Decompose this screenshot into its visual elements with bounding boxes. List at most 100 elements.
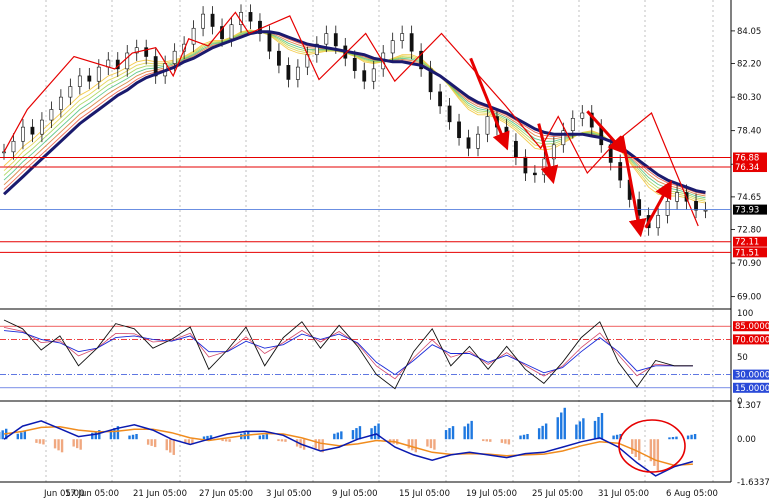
candle-body	[248, 12, 253, 22]
candle-body	[551, 144, 556, 160]
macd-hist-bar	[470, 420, 473, 440]
candle-body	[201, 13, 205, 29]
macd-hist-bar	[671, 436, 675, 440]
osc-level-label: 85.0000	[735, 322, 770, 332]
macd-y-tick-label: 1.307	[737, 401, 761, 411]
osc-level-label: 30.0000	[735, 371, 770, 381]
macd-hist-bar	[16, 433, 20, 440]
macd-hist-bar	[504, 439, 507, 444]
candle-body	[476, 133, 480, 149]
macd-hist-bar	[221, 439, 224, 442]
macd-hist-bar	[75, 439, 79, 449]
macd-hist-bar	[172, 439, 175, 455]
candle-body	[333, 33, 338, 47]
macd-hist-bar	[489, 439, 492, 442]
chart-background	[0, 0, 770, 500]
chart-svg: 84.0582.2080.3078.4076.5074.6572.8070.90…	[0, 0, 770, 500]
candle-body	[523, 156, 528, 174]
macd-hist-bar	[35, 439, 38, 443]
macd-hist-bar	[187, 439, 191, 444]
macd-hist-bar	[91, 432, 94, 440]
macd-hist-bar	[656, 439, 660, 471]
macd-hist-bar	[578, 421, 582, 440]
candle-body	[665, 200, 670, 216]
macd-hist-bar	[675, 436, 678, 440]
candle-body	[637, 199, 642, 216]
macd-hist-bar	[318, 439, 321, 451]
candle-body	[371, 68, 376, 82]
candle-body	[390, 40, 395, 54]
macd-y-tick-label: 0.00	[737, 435, 756, 445]
candle-body	[11, 140, 16, 153]
macd-hist-bar	[262, 434, 265, 440]
macd-hist-bar	[507, 439, 511, 445]
macd-hist-bar	[265, 433, 269, 440]
candle-body	[466, 137, 471, 149]
macd-hist-bar	[690, 434, 693, 440]
macd-hist-bar	[482, 439, 485, 442]
candle-body	[580, 112, 585, 119]
level-price-label: 73.93	[735, 206, 759, 216]
candle-body	[675, 192, 679, 202]
candle-body	[30, 126, 35, 135]
macd-hist-bar	[333, 433, 336, 440]
macd-hist-bar	[500, 439, 504, 443]
x-tick-label: 6 Aug 05:00	[666, 489, 718, 499]
macd-hist-bar	[526, 433, 529, 440]
y-tick-label: 80.30	[737, 93, 761, 103]
macd-hist-bar	[600, 413, 604, 440]
candle-body	[514, 140, 518, 158]
candle-body	[49, 109, 54, 121]
candle-body	[77, 75, 82, 87]
candle-body	[362, 70, 367, 82]
x-tick-label: 19 Jul 05:00	[466, 489, 517, 499]
macd-hist-bar	[72, 439, 75, 447]
x-tick-label: 3 Jul 05:00	[266, 489, 312, 499]
macd-hist-bar	[23, 431, 27, 440]
x-tick-label: 15 Jul 05:00	[399, 489, 450, 499]
candle-body	[277, 50, 281, 66]
macd-hist-bar	[429, 439, 433, 449]
candle-body	[191, 27, 196, 45]
macd-hist-bar	[582, 418, 585, 440]
macd-hist-bar	[53, 439, 57, 449]
candle-body	[532, 172, 537, 176]
macd-hist-bar	[131, 434, 135, 440]
macd-hist-bar	[1, 430, 4, 440]
macd-hist-bar	[544, 423, 548, 440]
macd-y-tick-label: -1.6337	[737, 478, 770, 488]
macd-hist-bar	[466, 423, 470, 440]
macd-hist-bar	[519, 435, 522, 440]
macd-hist-bar	[128, 435, 131, 440]
macd-hist-bar	[60, 439, 64, 453]
osc-level-label: 15.0000	[735, 384, 770, 394]
candle-body	[447, 105, 452, 123]
y-tick-label: 70.90	[737, 259, 761, 269]
x-tick-label: 31 Jul 05:00	[598, 489, 649, 499]
osc-level-label: 70.0000	[735, 335, 770, 345]
macd-hist-bar	[135, 433, 138, 440]
macd-hist-bar	[42, 439, 45, 445]
candle-body	[295, 66, 300, 80]
macd-hist-bar	[57, 439, 60, 451]
macd-hist-bar	[463, 426, 466, 440]
macd-hist-bar	[314, 439, 317, 449]
candle-body	[2, 151, 6, 154]
x-tick-label: 21 Jun 05:00	[133, 489, 187, 499]
x-tick-label: 9 Jul 05:00	[332, 489, 378, 499]
macd-hist-bar	[355, 428, 358, 440]
macd-hist-bar	[407, 439, 411, 449]
macd-hist-bar	[169, 439, 172, 453]
macd-hist-bar	[668, 437, 671, 440]
macd-hist-bar	[485, 439, 488, 442]
macd-hist-bar	[575, 424, 578, 440]
macd-hist-bar	[634, 439, 637, 458]
macd-hist-bar	[228, 439, 231, 442]
macd-hist-bar	[20, 432, 23, 440]
macd-hist-bar	[224, 439, 228, 442]
macd-hist-bar	[560, 412, 563, 440]
candle-body	[504, 126, 509, 142]
macd-hist-bar	[150, 439, 153, 446]
macd-hist-bar	[631, 439, 634, 454]
candle-body	[286, 65, 291, 80]
